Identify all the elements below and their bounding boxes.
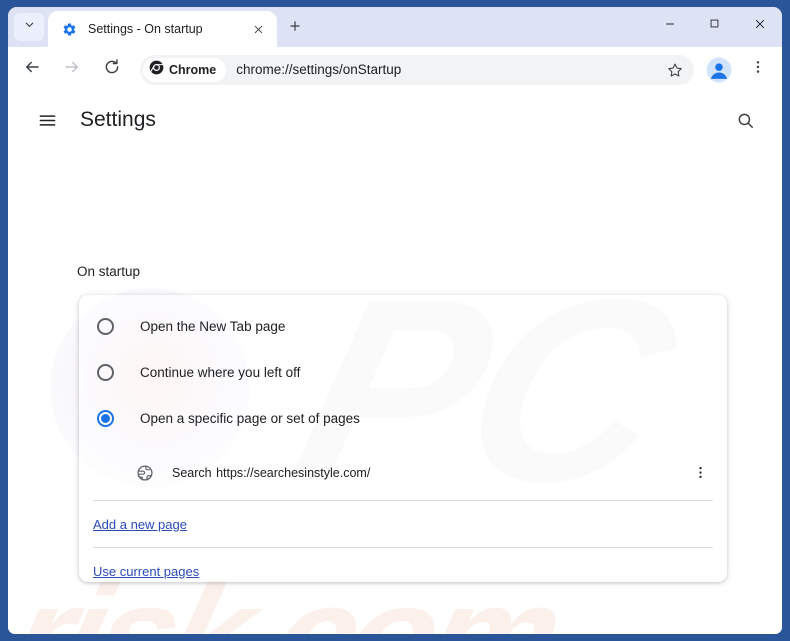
profile-avatar[interactable] — [703, 54, 735, 86]
tab-strip: Settings - On startup — [8, 7, 782, 47]
address-bar[interactable]: Chrome chrome://settings/onStartup — [140, 54, 694, 85]
gear-icon — [61, 21, 78, 38]
settings-header: Settings — [8, 92, 782, 148]
startup-option-continue[interactable]: Continue where you left off — [79, 349, 727, 395]
add-new-page-link[interactable]: Add a new page — [93, 517, 187, 532]
new-tab-button[interactable] — [282, 15, 308, 41]
startup-options-card: Open the New Tab page Continue where you… — [79, 295, 727, 582]
startup-option-label: Open a specific page or set of pages — [140, 410, 360, 426]
startup-page-info: Search https://searchesinstyle.com/ — [172, 464, 687, 482]
address-bar-url[interactable]: chrome://settings/onStartup — [236, 62, 662, 77]
back-arrow-icon — [23, 58, 41, 81]
tab-search-button[interactable] — [14, 13, 44, 41]
three-dot-menu-icon[interactable] — [687, 460, 713, 486]
maximize-button[interactable] — [692, 7, 737, 40]
chevron-down-icon — [23, 18, 36, 36]
page-title: Settings — [80, 108, 156, 131]
startup-option-label: Continue where you left off — [140, 364, 301, 380]
browser-toolbar: Chrome chrome://settings/onStartup — [8, 47, 782, 92]
chrome-logo-icon — [149, 60, 164, 80]
radio-icon-continue — [97, 363, 114, 381]
back-button[interactable] — [16, 54, 48, 86]
browser-menu-button[interactable] — [742, 54, 774, 86]
add-new-page-row[interactable]: Add a new page — [79, 501, 727, 547]
startup-page-title: Search — [172, 465, 212, 480]
star-icon[interactable] — [662, 57, 688, 83]
startup-option-specific-pages[interactable]: Open a specific page or set of pages — [79, 395, 727, 441]
browser-window: Settings - On startup Chrome chrome://se… — [8, 7, 782, 634]
forward-button[interactable] — [56, 54, 88, 86]
chrome-chip: Chrome — [143, 57, 227, 82]
settings-page: PC risk.com Settings On startup Open the — [8, 92, 782, 634]
startup-page-url: https://searchesinstyle.com/ — [216, 465, 371, 480]
close-window-button[interactable] — [737, 7, 782, 40]
globe-icon — [135, 463, 155, 483]
radio-icon-specific-pages-selected — [97, 409, 114, 427]
startup-option-new-tab[interactable]: Open the New Tab page — [79, 303, 727, 349]
reload-icon — [103, 58, 121, 81]
close-icon[interactable] — [247, 18, 269, 40]
window-controls — [647, 7, 782, 40]
tab-title: Settings - On startup — [88, 22, 203, 36]
startup-option-label: Open the New Tab page — [140, 318, 286, 334]
search-icon[interactable] — [728, 103, 762, 137]
tab-settings[interactable]: Settings - On startup — [48, 11, 277, 47]
hamburger-menu-icon[interactable] — [30, 103, 64, 137]
chrome-chip-label: Chrome — [169, 62, 217, 77]
use-current-pages-link[interactable]: Use current pages — [93, 564, 199, 579]
forward-arrow-icon — [63, 58, 81, 81]
minimize-button[interactable] — [647, 7, 692, 40]
use-current-pages-row[interactable]: Use current pages — [79, 548, 727, 582]
reload-button[interactable] — [96, 54, 128, 86]
three-dot-menu-icon — [750, 59, 766, 80]
radio-dot — [101, 413, 110, 423]
section-label: On startup — [77, 264, 141, 279]
startup-page-row: Search https://searchesinstyle.com/ — [79, 445, 727, 500]
radio-icon-new-tab — [97, 317, 114, 335]
plus-icon — [288, 19, 302, 38]
